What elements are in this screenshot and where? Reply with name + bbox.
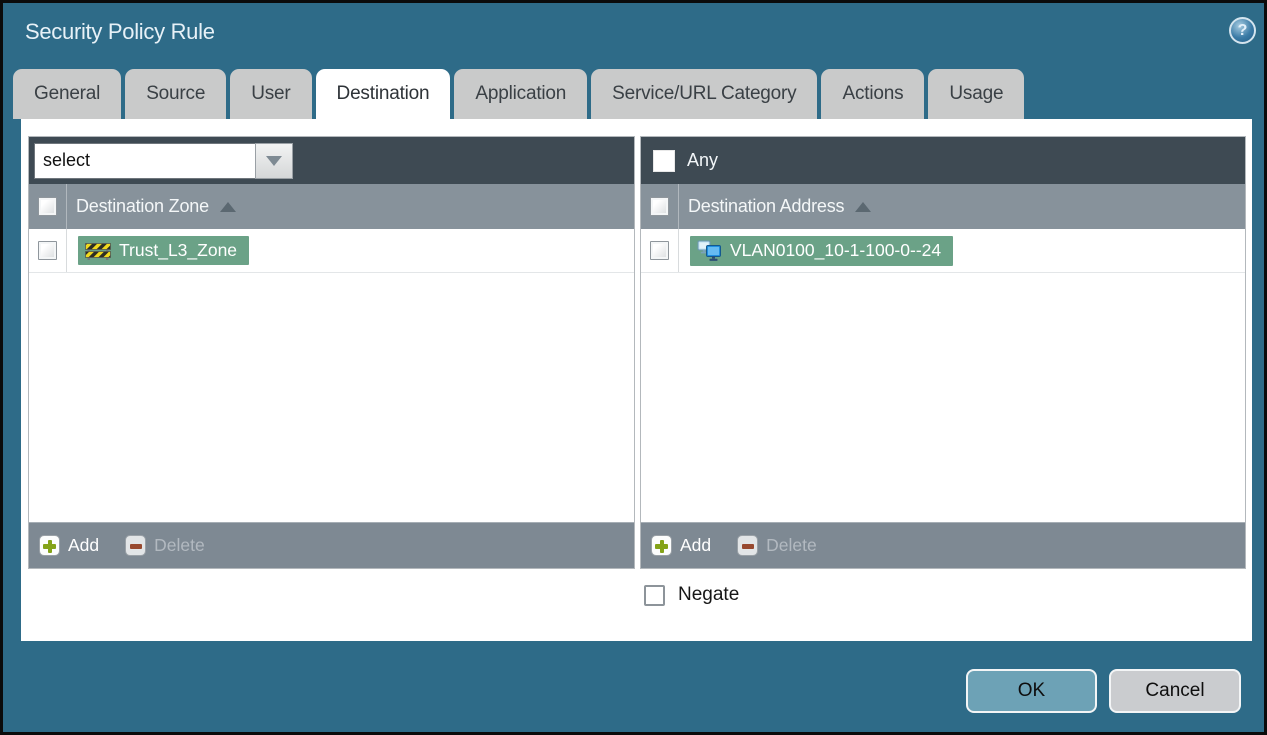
zone-column-header: Destination Zone [29,184,634,229]
address-entry-tag[interactable]: VLAN0100_10-1-100-0--24 [690,235,954,266]
zone-entry-label: Trust_L3_Zone [119,240,238,260]
zone-select-input[interactable] [34,142,255,179]
network-address-icon [697,240,722,262]
zone-add-label: Add [68,535,100,555]
address-toolbar: Any [641,137,1245,184]
zone-delete-button[interactable]: Delete [125,535,205,556]
delete-icon [737,535,759,556]
zone-row-checkbox-cell [29,229,67,272]
zone-select-combobox [34,142,293,179]
table-row: VLAN0100_10-1-100-0--24 [641,229,1245,273]
zone-header-checkbox-cell [29,184,67,229]
negate-checkbox-group: Negate [644,584,739,606]
sort-asc-icon[interactable] [855,201,872,212]
tab-general[interactable]: General [13,69,122,119]
add-icon [651,535,672,556]
tab-source[interactable]: Source [125,69,227,119]
tab-bar: General Source User Destination Applicat… [13,69,1025,119]
any-checkbox-group: Any [646,149,719,172]
address-footer-bar: Add Delete [641,522,1245,568]
zone-footer-bar: Add Delete [29,522,634,568]
address-add-label: Add [680,535,712,555]
zone-select-dropdown-button[interactable] [255,142,293,179]
negate-checkbox[interactable] [644,584,665,606]
tab-destination[interactable]: Destination [315,69,451,119]
address-add-button[interactable]: Add [651,535,711,556]
tab-user[interactable]: User [230,69,312,119]
add-icon [39,535,60,556]
cancel-button[interactable]: Cancel [1109,669,1241,713]
delete-icon [125,535,147,556]
help-icon[interactable]: ? [1229,17,1256,44]
address-select-all-checkbox[interactable] [650,197,669,216]
address-entry-label: VLAN0100_10-1-100-0--24 [730,240,942,260]
zone-row-checkbox[interactable] [38,241,57,260]
tab-service-url-category[interactable]: Service/URL Category [591,69,818,119]
tab-actions[interactable]: Actions [821,69,925,119]
tab-usage[interactable]: Usage [928,69,1025,119]
address-row-checkbox[interactable] [650,241,669,260]
zone-list-body: Trust_L3_Zone [29,229,634,522]
address-row-checkbox-cell [641,229,679,272]
tab-application[interactable]: Application [454,69,588,119]
address-list-body: VLAN0100_10-1-100-0--24 [641,229,1245,522]
address-header-checkbox-cell [641,184,679,229]
address-delete-label: Delete [766,535,817,555]
any-label: Any [687,150,719,170]
zone-select-all-checkbox[interactable] [38,197,57,216]
address-column-header-label[interactable]: Destination Address [688,196,844,217]
any-checkbox[interactable] [653,149,675,172]
zone-icon [85,241,111,261]
dropdown-arrow-icon [266,155,282,166]
zone-toolbar [29,137,634,184]
tab-content-destination: Destination Zone [21,119,1252,641]
security-policy-rule-dialog: Security Policy Rule ? General Source Us… [0,0,1267,735]
destination-address-panel: Any Destination Address VLAN0100_10-1-10… [640,136,1246,569]
ok-button[interactable]: OK [966,669,1097,713]
dialog-title: Security Policy Rule [25,19,215,44]
address-column-header: Destination Address [641,184,1245,229]
negate-label: Negate [678,584,740,605]
destination-zone-panel: Destination Zone [28,136,635,569]
zone-column-header-label[interactable]: Destination Zone [76,196,209,217]
zone-delete-label: Delete [154,535,205,555]
table-row: Trust_L3_Zone [29,229,634,273]
address-delete-button[interactable]: Delete [737,535,817,556]
zone-add-button[interactable]: Add [39,535,99,556]
help-glyph: ? [1237,21,1248,39]
zone-entry-tag[interactable]: Trust_L3_Zone [78,236,250,265]
sort-asc-icon[interactable] [219,201,236,212]
